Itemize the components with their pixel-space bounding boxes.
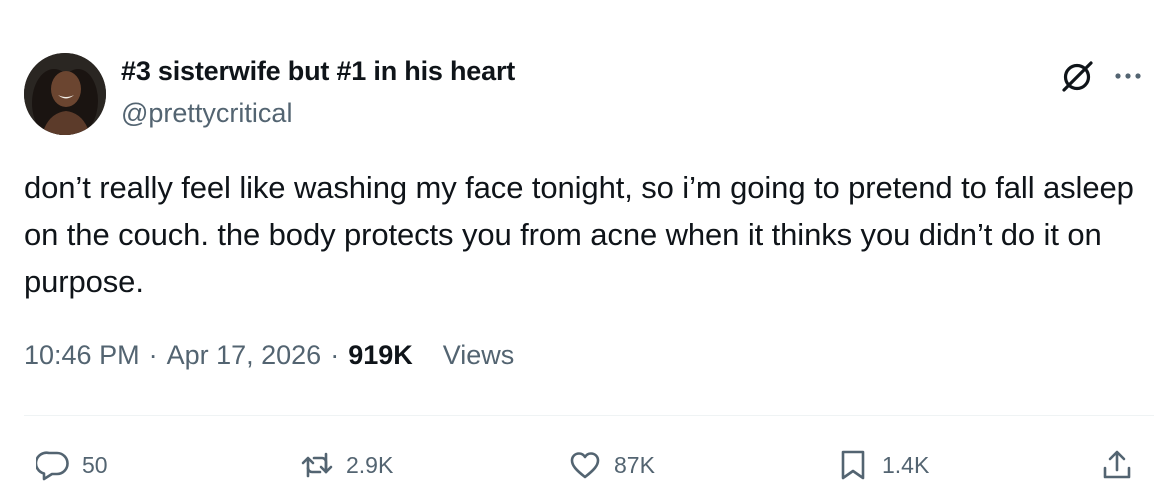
meta-separator: · <box>148 340 158 370</box>
bookmark-button[interactable]: 1.4K <box>836 445 929 485</box>
repost-count: 2.9K <box>346 451 394 478</box>
repost-button[interactable]: 2.9K <box>300 445 393 485</box>
avatar[interactable] <box>24 53 106 135</box>
meta-separator: · <box>330 340 340 370</box>
tweet-card: #3 sisterwife but #1 in his heart @prett… <box>0 0 1163 503</box>
author-display-name[interactable]: #3 sisterwife but #1 in his heart <box>121 56 515 87</box>
like-icon <box>568 448 602 482</box>
repost-icon <box>300 448 334 482</box>
bookmark-icon <box>836 448 870 482</box>
reply-button[interactable]: 50 <box>36 445 108 485</box>
share-icon <box>1100 448 1134 482</box>
reply-icon <box>36 448 70 482</box>
share-button[interactable] <box>1100 445 1134 485</box>
tweet-time[interactable]: 10:46 PM <box>24 340 140 371</box>
reply-count: 50 <box>82 451 108 478</box>
tweet-text: don’t really feel like washing my face t… <box>24 170 1134 299</box>
views-count: 919K <box>348 340 413 370</box>
grok-icon[interactable] <box>1058 58 1096 96</box>
bookmark-count: 1.4K <box>882 451 930 478</box>
like-count: 87K <box>614 451 655 478</box>
author-handle[interactable]: @prettycritical <box>121 98 292 129</box>
divider <box>24 415 1154 416</box>
avatar-image <box>24 53 106 135</box>
more-options-icon[interactable] <box>1112 60 1144 92</box>
tweet-date[interactable]: Apr 17, 2026 <box>167 340 322 371</box>
tweet-meta: 10:46 PM · Apr 17, 2026 · 919K Views <box>24 340 514 371</box>
like-button[interactable]: 87K <box>568 445 655 485</box>
views-label[interactable]: Views <box>443 340 515 371</box>
